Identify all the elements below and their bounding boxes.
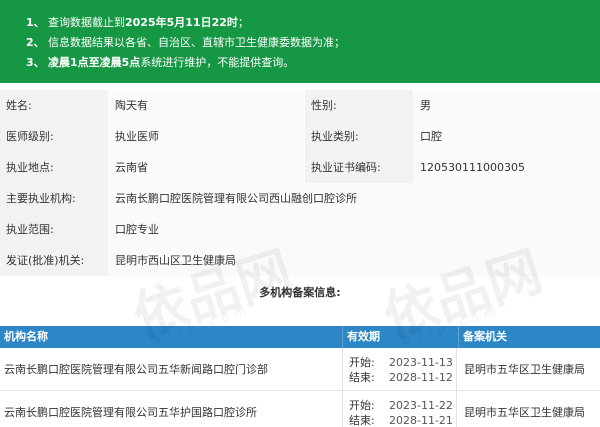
table-row: 云南长鹏口腔医院管理有限公司五华护国路口腔诊所 开始: 2023-11-22 结束… — [0, 391, 600, 427]
location-label: 执业地点: — [0, 152, 108, 183]
notice-num: 1、 — [26, 16, 45, 29]
notice-text: 信息数据结果以各省、自治区、直辖市卫生健康委数据为准； — [48, 36, 345, 49]
info-row: 医师级别: 执业医师 执业类别: 口腔 — [0, 121, 600, 152]
category-value: 口腔 — [414, 121, 600, 152]
page: 1、 查询数据截止到2025年5月11日22时； 2、 信息数据结果以各省、自治区、… — [0, 0, 600, 427]
notice-banner: 1、 查询数据截止到2025年5月11日22时； 2、 信息数据结果以各省、自治区、… — [0, 0, 600, 83]
gender-value: 男 — [414, 90, 600, 121]
issuer-label: 发证(批准)机关: — [0, 245, 108, 276]
issuer-value: 昆明市西山区卫生健康局 — [109, 245, 600, 276]
section-title: 多机构备案信息: — [259, 286, 341, 299]
name-label: 姓名: — [0, 90, 108, 121]
header-valid: 有效期 — [342, 326, 457, 348]
scope-label: 执业范围: — [0, 214, 108, 245]
level-value: 执业医师 — [109, 121, 304, 152]
org-value: 云南长鹏口腔医院管理有限公司西山融创口腔诊所 — [109, 183, 600, 214]
gender-label: 性别: — [305, 90, 413, 121]
notice-line-2: 2、 信息数据结果以各省、自治区、直辖市卫生健康委数据为准； — [26, 33, 600, 53]
record-name: 云南长鹏口腔医院管理有限公司五华护国路口腔诊所 — [4, 406, 257, 419]
notice-num: 2、 — [26, 36, 45, 49]
record-org: 昆明市五华区卫生健康局 — [464, 406, 585, 419]
org-label: 主要执业机构: — [0, 183, 108, 214]
end-label: 结束: — [349, 414, 375, 427]
table-row: 云南长鹏口腔医院管理有限公司五华新闻路口腔门诊部 开始: 2023-11-13 结… — [0, 348, 600, 391]
name-value: 陶天有 — [109, 90, 304, 121]
doctor-info-table: 姓名: 陶天有 性别: 男 医师级别: 执业医师 执业类别: 口腔 执业地点: … — [0, 90, 600, 276]
notice-text: ； — [237, 16, 249, 29]
start-date: 2023-11-13 — [389, 356, 453, 369]
scope-value: 口腔专业 — [109, 214, 600, 245]
info-row: 执业地点: 云南省 执业证书编码: 120530111000305 — [0, 152, 600, 183]
notice-bold: 凌晨1点至凌晨5点 — [48, 56, 141, 69]
records-table: 机构名称 有效期 备案机关 云南长鹏口腔医院管理有限公司五华新闻路口腔门诊部 开… — [0, 326, 600, 427]
notice-text: 系统进行维护，不能提供查询。 — [140, 56, 295, 69]
info-row: 主要执业机构: 云南长鹏口腔医院管理有限公司西山融创口腔诊所 — [0, 183, 600, 214]
category-label: 执业类别: — [305, 121, 413, 152]
record-name: 云南长鹏口腔医院管理有限公司五华新闻路口腔门诊部 — [4, 363, 268, 376]
notice-num: 3、 — [26, 56, 45, 69]
end-date: 2028-11-12 — [389, 371, 453, 384]
validity-end: 结束: 2028-11-12 — [349, 370, 456, 385]
info-row: 姓名: 陶天有 性别: 男 — [0, 90, 600, 121]
validity-end: 结束: 2028-11-21 — [349, 413, 456, 427]
info-row: 执业范围: 口腔专业 — [0, 214, 600, 245]
notice-text: 查询数据截止到 — [48, 16, 125, 29]
info-row: 发证(批准)机关: 昆明市西山区卫生健康局 — [0, 245, 600, 276]
end-label: 结束: — [349, 371, 375, 384]
validity-start: 开始: 2023-11-22 — [349, 398, 456, 413]
notice-bold: 2025年5月11日22时 — [125, 16, 238, 29]
start-label: 开始: — [349, 399, 375, 412]
header-name: 机构名称 — [4, 330, 48, 343]
record-org: 昆明市五华区卫生健康局 — [464, 363, 585, 376]
cert-value: 120530111000305 — [414, 152, 600, 183]
validity-start: 开始: 2023-11-13 — [349, 355, 456, 370]
end-date: 2028-11-21 — [389, 414, 453, 427]
notice-line-3: 3、 凌晨1点至凌晨5点系统进行维护，不能提供查询。 — [26, 53, 600, 73]
start-label: 开始: — [349, 356, 375, 369]
notice-line-1: 1、 查询数据截止到2025年5月11日22时； — [26, 13, 600, 33]
header-org: 备案机关 — [458, 326, 600, 348]
level-label: 医师级别: — [0, 121, 108, 152]
start-date: 2023-11-22 — [389, 399, 453, 412]
record-validity: 开始: 2023-11-13 结束: 2028-11-12 — [342, 348, 457, 391]
record-validity: 开始: 2023-11-22 结束: 2028-11-21 — [342, 391, 457, 427]
records-header: 机构名称 有效期 备案机关 — [0, 326, 600, 348]
cert-label: 执业证书编码: — [305, 152, 413, 183]
location-value: 云南省 — [109, 152, 304, 183]
